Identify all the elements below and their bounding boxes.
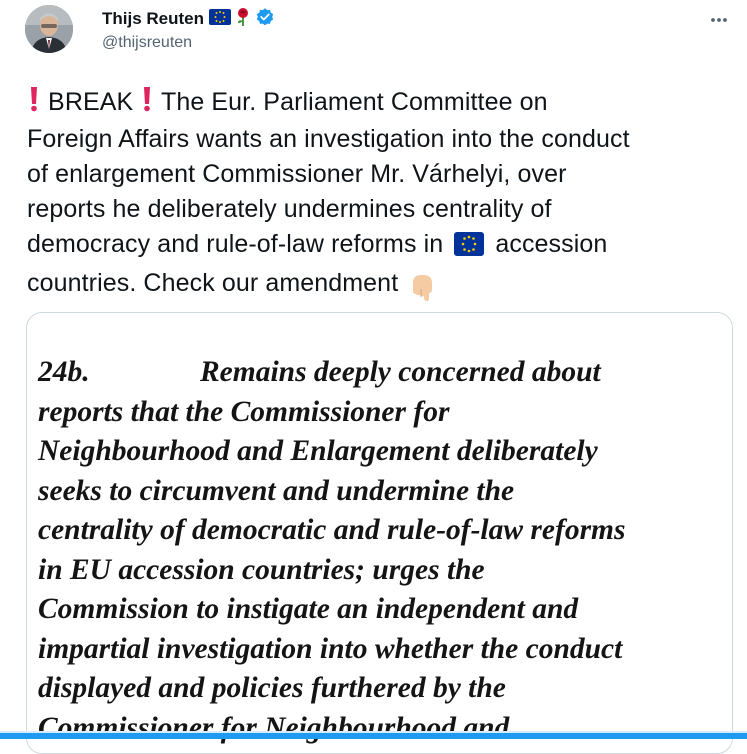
- eu-flag-icon: [209, 8, 232, 30]
- document-line: displayed and policies furthered by the: [38, 672, 506, 704]
- tweet-line: countries. Check our amendment: [27, 266, 727, 311]
- author-handle[interactable]: @thijsreuten: [102, 34, 275, 52]
- document-line: Commissioner for Neighbourhood and: [38, 711, 510, 744]
- document-line: Neighbourhood and Enlargement deliberate…: [38, 435, 598, 467]
- tweet-line: democracy and rule-of-law reforms in acc…: [27, 227, 727, 266]
- tweet-text-segment: The Eur. Parliament Committee on: [160, 88, 548, 116]
- document-line: seeks to circumvent and undermine the: [38, 474, 515, 507]
- document-line: centrality of democratic and rule-of-law…: [38, 514, 626, 546]
- more-options-icon[interactable]: [709, 10, 729, 35]
- document-text-segment: Remains deeply concerned about: [200, 356, 601, 388]
- eu-flag-icon: [454, 231, 485, 266]
- rose-icon: [234, 7, 252, 32]
- verified-badge-icon: [255, 7, 275, 32]
- name-row: Thijs Reuten: [102, 7, 275, 32]
- exclamation-icon: [27, 86, 41, 122]
- tweet-text-segment: accession: [495, 230, 608, 258]
- tweet: Thijs Reuten @thijsreuten BREAK The Eur.…: [0, 0, 747, 754]
- document-line: impartial investigation into whether the…: [38, 632, 623, 665]
- tweet-media-image[interactable]: 24b. Remains deeply concerned about repor…: [26, 312, 733, 754]
- amendment-document: 24b. Remains deeply concerned about repor…: [38, 353, 728, 748]
- tweet-text-segment: BREAK: [48, 88, 134, 116]
- pointing-down-hand-icon: [407, 267, 437, 311]
- amendment-number: 24b.: [38, 356, 90, 388]
- tweet-text-segment: democracy and rule-of-law reforms in: [27, 230, 444, 258]
- document-line: in EU accession countries; urges the: [38, 553, 485, 586]
- tweet-text-segment: countries. Check our amendment: [27, 269, 399, 297]
- tweet-header: Thijs Reuten @thijsreuten: [102, 7, 275, 52]
- document-line: reports that the Commissioner for: [38, 395, 450, 428]
- document-line: Commission to instigate an independent a…: [38, 593, 579, 625]
- author-name[interactable]: Thijs Reuten: [102, 9, 204, 29]
- tweet-line: BREAK The Eur. Parliament Committee on: [27, 85, 727, 122]
- bottom-accent-bar: [0, 731, 747, 739]
- document-line: 24b. Remains deeply concerned about: [38, 353, 728, 393]
- tweet-line: Foreign Affairs wants an investigation i…: [27, 125, 630, 153]
- tweet-line: of enlargement Commissioner Mr. Várhelyi…: [27, 160, 567, 188]
- tweet-text: BREAK The Eur. Parliament Committee on F…: [27, 85, 727, 311]
- avatar[interactable]: [25, 5, 73, 53]
- exclamation-icon: [140, 86, 154, 122]
- tweet-line: reports he deliberately undermines centr…: [27, 195, 552, 223]
